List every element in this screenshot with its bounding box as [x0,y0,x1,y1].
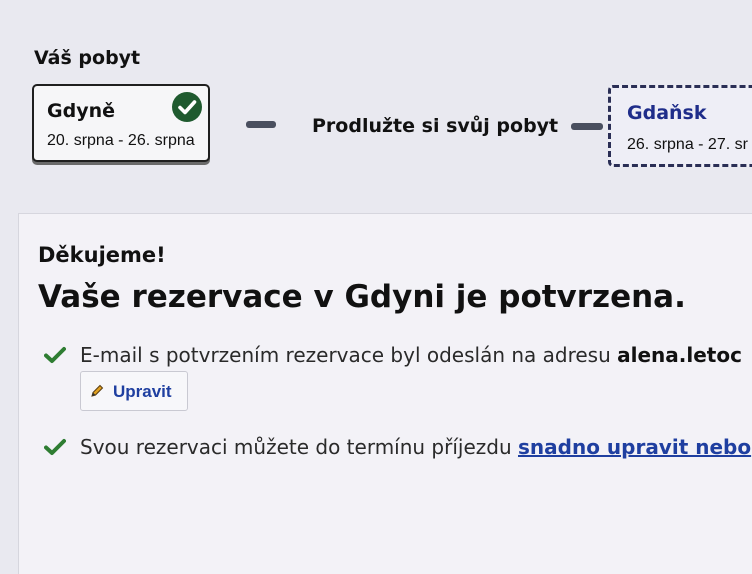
check-circle-icon [172,92,202,122]
next-stay-dates: 26. srpna - 27. sr [627,136,748,153]
confirmation-headline: Vaše rezervace v Gdyni je potvrzena. [38,279,686,315]
current-stay-city: Gdyně [47,100,115,122]
email-sent-text: E-mail s potvrzením rezervace byl odeslá… [80,343,618,367]
next-stay-city: Gdaňsk [627,102,707,124]
current-stay-card[interactable]: Gdyně 20. srpna - 26. srpna [32,84,210,162]
email-address: alena.letoc [617,343,742,367]
email-sent-line: E-mail s potvrzením rezervace byl odeslá… [80,343,742,367]
connector-line-left [246,121,276,128]
edit-email-button[interactable]: Upravit [80,371,188,411]
modify-booking-text: Svou rezervaci můžete do termínu příjezd… [80,435,518,459]
edit-button-label: Upravit [113,382,172,401]
next-stay-card[interactable]: Gdaňsk 26. srpna - 27. sr [608,85,752,167]
pencil-icon [91,384,104,397]
modify-booking-link[interactable]: snadno upravit nebo [518,435,751,459]
checkmark-icon [44,439,66,455]
extend-stay-label: Prodlužte si svůj pobyt [312,115,559,137]
checkmark-icon [44,347,66,363]
current-stay-dates: 20. srpna - 26. srpna [47,132,195,149]
modify-booking-line: Svou rezervaci můžete do termínu příjezd… [80,435,751,459]
thanks-text: Děkujeme! [38,243,166,267]
stay-title: Váš pobyt [34,47,141,69]
connector-line-right [571,123,603,130]
